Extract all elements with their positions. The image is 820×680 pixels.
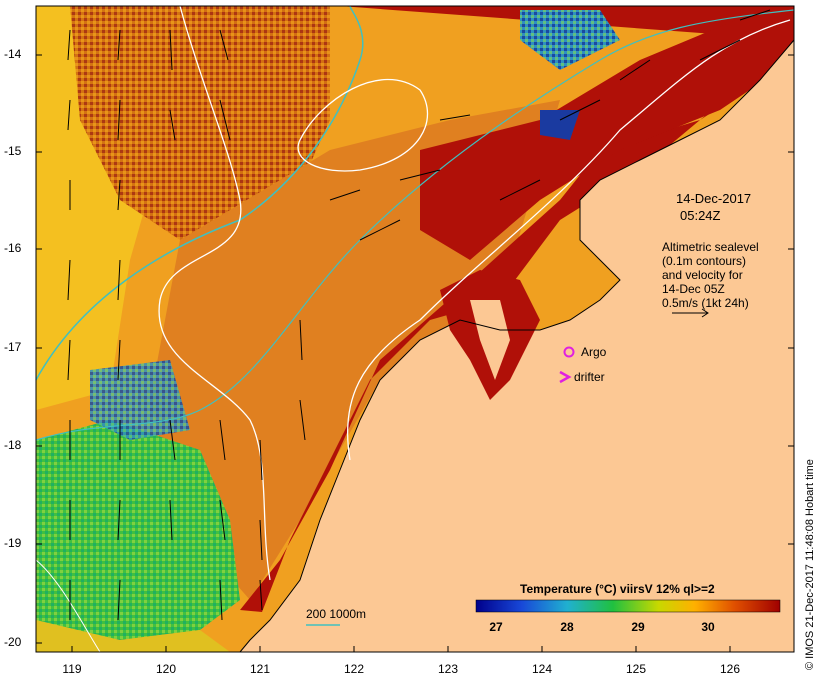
x-tick-label: 125 bbox=[625, 662, 647, 676]
colorbar bbox=[475, 599, 781, 613]
credit-text: © IMOS 21-Dec-2017 11:48:08 Hobart time bbox=[804, 459, 816, 670]
x-tick-label: 122 bbox=[343, 662, 365, 676]
colorbar-tick: 28 bbox=[560, 620, 574, 634]
x-tick-label: 126 bbox=[719, 662, 741, 676]
y-tick-label: -18 bbox=[4, 438, 22, 452]
x-tick-label: 124 bbox=[531, 662, 553, 676]
y-tick-label: -20 bbox=[4, 635, 22, 649]
legend-line: (0.1m contours) bbox=[662, 254, 747, 268]
colorbar-title: Temperature (°C) viirsV 12% ql>=2 bbox=[520, 582, 715, 596]
y-tick-label: -19 bbox=[4, 536, 22, 550]
legend-line: Altimetric sealevel bbox=[662, 240, 759, 254]
depth-contour-label: 200 1000m bbox=[306, 607, 367, 621]
legend-line: 0.5m/s (1kt 24h) bbox=[662, 296, 749, 310]
image-time: 05:24Z bbox=[680, 208, 721, 223]
y-tick-label: -15 bbox=[4, 144, 22, 158]
colorbar-tick: 29 bbox=[631, 620, 645, 634]
x-tick-label: 119 bbox=[62, 662, 82, 676]
colorbar-tick: 27 bbox=[489, 620, 503, 634]
image-date: 14-Dec-2017 bbox=[676, 191, 752, 206]
sst-map bbox=[35, 5, 795, 653]
colorbar-tick: 30 bbox=[701, 620, 715, 634]
argo-label: Argo bbox=[581, 345, 607, 359]
y-tick-label: -16 bbox=[4, 241, 22, 255]
x-tick-label: 120 bbox=[155, 662, 177, 676]
drifter-label: drifter bbox=[574, 370, 605, 384]
legend-line: 14-Dec 05Z bbox=[662, 282, 725, 296]
legend-line: and velocity for bbox=[662, 268, 743, 282]
y-tick-label: -14 bbox=[4, 47, 22, 61]
x-tick-label: 123 bbox=[437, 662, 459, 676]
y-tick-label: -17 bbox=[4, 340, 22, 354]
x-tick-label: 121 bbox=[249, 662, 271, 676]
